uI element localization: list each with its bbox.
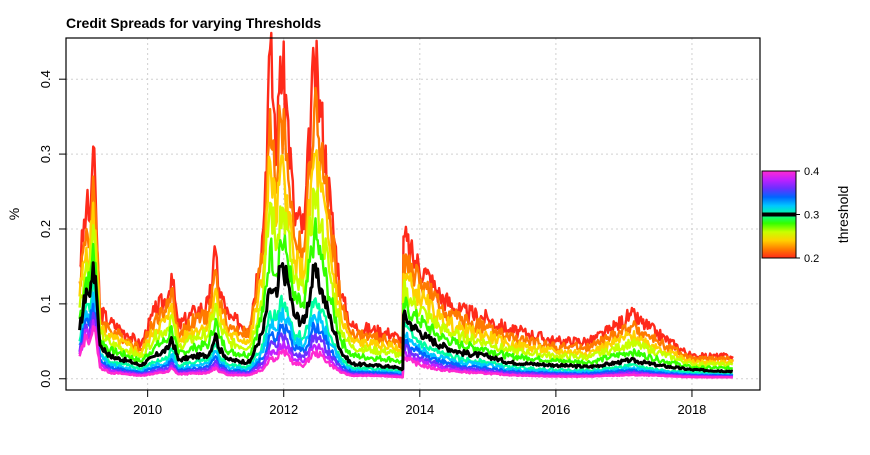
y-axis-label: % xyxy=(6,208,22,220)
threshold-legend: 0.2 0.3 0.4 threshold xyxy=(761,166,851,265)
y-tick-label: 0.2 xyxy=(38,220,53,238)
legend-tick-label: 0.3 xyxy=(804,210,819,222)
credit-spread-chart: Credit Spreads for varying Thresholds 20… xyxy=(6,15,851,417)
x-axis: 2010 2012 2014 2016 2018 xyxy=(133,390,706,417)
y-axis: 0.0 0.1 0.2 0.3 0.4 xyxy=(38,70,66,388)
legend-tick-label: 0.2 xyxy=(804,253,819,265)
legend-tick-label: 0.4 xyxy=(804,166,819,178)
x-tick-label: 2018 xyxy=(677,402,706,417)
y-tick-label: 0.4 xyxy=(38,70,53,88)
y-tick-label: 0.1 xyxy=(38,295,53,313)
x-tick-label: 2010 xyxy=(133,402,162,417)
y-tick-label: 0.3 xyxy=(38,145,53,163)
x-tick-label: 2012 xyxy=(269,402,298,417)
chart-title: Credit Spreads for varying Thresholds xyxy=(66,15,321,31)
series-lines xyxy=(78,31,734,379)
x-tick-label: 2016 xyxy=(541,402,570,417)
y-tick-label: 0.0 xyxy=(38,370,53,388)
series-line xyxy=(79,31,734,361)
legend-title: threshold xyxy=(835,186,851,244)
x-tick-label: 2014 xyxy=(405,402,434,417)
